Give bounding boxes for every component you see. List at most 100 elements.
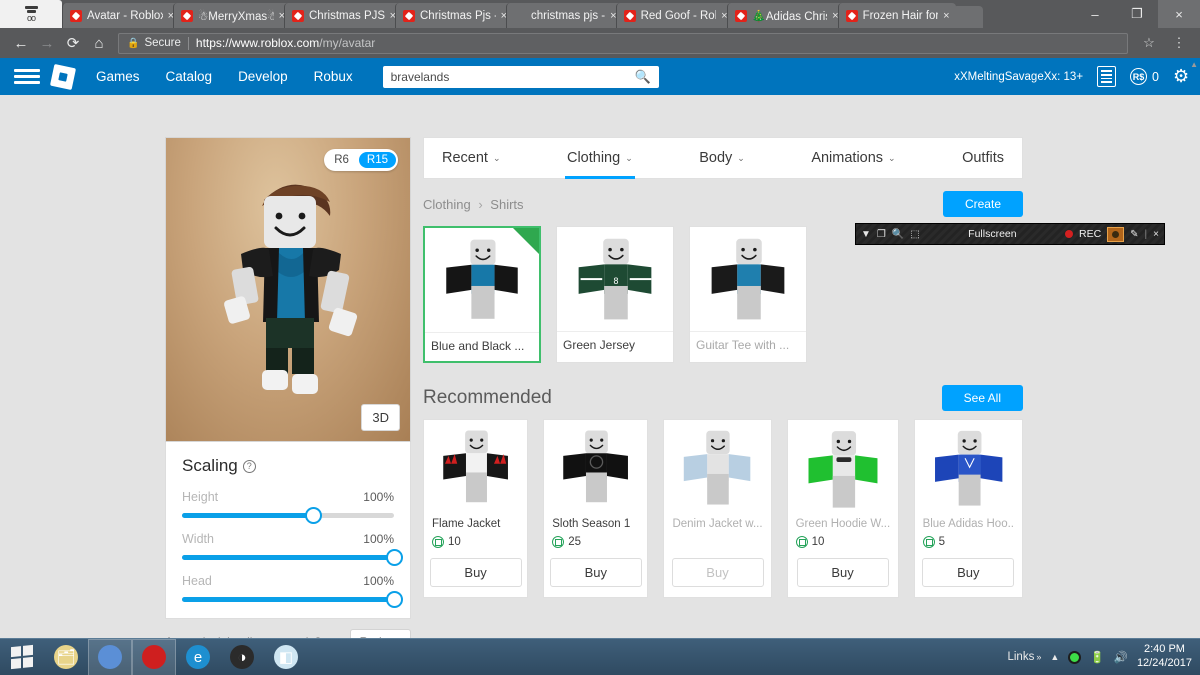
new-tab-button[interactable] bbox=[952, 6, 983, 28]
chevron-down-icon[interactable]: ⌄ bbox=[625, 153, 633, 164]
scaling-slider-width[interactable]: Width 100% bbox=[182, 532, 403, 566]
buy-button[interactable]: Buy bbox=[796, 558, 889, 587]
back-icon[interactable]: ← bbox=[8, 30, 34, 56]
scaling-slider-height[interactable]: Height 100% bbox=[182, 490, 394, 524]
editor-tab-animations[interactable]: Animations ⌄ bbox=[811, 137, 895, 179]
address-bar[interactable]: 🔒 Secure https://www.roblox.com/my/avata… bbox=[118, 32, 1128, 54]
tab-close-icon[interactable]: × bbox=[943, 10, 949, 22]
buy-button[interactable]: Buy bbox=[549, 558, 642, 587]
search-icon[interactable]: 🔍 bbox=[634, 69, 650, 85]
editor-tab-outfits[interactable]: Outfits bbox=[962, 137, 1004, 179]
buy-button[interactable]: Buy bbox=[429, 558, 522, 587]
rig-option-r15[interactable]: R15 bbox=[358, 152, 396, 168]
chevron-down-icon[interactable]: ⌄ bbox=[493, 153, 501, 164]
taskbar-item-screen-recorder[interactable] bbox=[132, 638, 176, 675]
browser-tab[interactable]: christmas pjs - × bbox=[506, 3, 623, 28]
messages-icon[interactable] bbox=[1097, 66, 1117, 87]
minimize-button[interactable]: – bbox=[1074, 0, 1116, 28]
owned-item-card[interactable]: Guitar Tee with ... bbox=[689, 226, 807, 363]
browser-tab[interactable]: Christmas PJS - × bbox=[284, 3, 402, 28]
search-box[interactable]: 🔍 bbox=[382, 65, 659, 88]
reload-icon[interactable]: ⟳ bbox=[60, 30, 86, 56]
buy-button[interactable]: Buy bbox=[922, 558, 1015, 587]
chevron-down-icon[interactable]: ⌄ bbox=[888, 153, 896, 164]
rig-option-r6[interactable]: R6 bbox=[326, 152, 357, 168]
nav-link-develop[interactable]: Develop bbox=[238, 69, 288, 84]
recommended-item-card[interactable]: Blue Adidas Hoo.. 5 Buy bbox=[913, 419, 1023, 598]
maximize-button[interactable]: ❐ bbox=[1116, 0, 1158, 28]
chevron-down-icon[interactable]: ⌄ bbox=[737, 153, 745, 164]
owned-item-card[interactable]: Blue and Black ... bbox=[423, 226, 541, 363]
start-button[interactable] bbox=[0, 639, 44, 675]
record-button[interactable]: REC bbox=[1079, 228, 1101, 240]
browser-tab[interactable]: Christmas Pjs - × bbox=[395, 3, 513, 28]
clock[interactable]: 2:40 PM 12/24/2017 bbox=[1137, 643, 1192, 671]
avatar-preview[interactable]: R6 R15 3D bbox=[165, 137, 411, 442]
help-icon[interactable]: ? bbox=[242, 459, 256, 473]
breadcrumb-root[interactable]: Clothing bbox=[423, 197, 471, 212]
recommended-item-card[interactable]: Sloth Season 1 25 Buy bbox=[543, 419, 649, 598]
hamburger-menu-icon[interactable] bbox=[14, 69, 40, 84]
show-hidden-icons[interactable]: ▲ bbox=[1050, 652, 1059, 662]
nav-link-games[interactable]: Games bbox=[96, 69, 140, 84]
recorder-close-icon[interactable]: × bbox=[1153, 229, 1159, 240]
search-input[interactable] bbox=[390, 69, 635, 84]
recorder-region-icon[interactable]: ⬚ bbox=[910, 229, 919, 240]
taskbar-item-sticky-notes[interactable]: ◧ bbox=[264, 639, 308, 675]
recommended-item-card[interactable]: Flame Jacket 10 Buy bbox=[423, 419, 529, 598]
slider-knob[interactable] bbox=[386, 591, 403, 608]
browser-system-menu[interactable]: oo bbox=[0, 0, 62, 28]
browser-tab[interactable]: 🎄Adidas Christ × bbox=[726, 3, 845, 28]
browser-menu-icon[interactable]: ⋮ bbox=[1166, 30, 1192, 56]
taskbar-item-chrome[interactable] bbox=[88, 638, 132, 675]
editor-tab-body[interactable]: Body ⌄ bbox=[699, 137, 745, 179]
robux-icon bbox=[552, 536, 565, 548]
roblox-logo-icon[interactable] bbox=[49, 63, 77, 90]
volume-icon[interactable]: 🔊 bbox=[1114, 650, 1128, 664]
taskbar-item-obs[interactable]: ◑ bbox=[220, 639, 264, 675]
editor-tabbar: Recent ⌄ Clothing ⌄ Body ⌄ Animations ⌄ Outfits bbox=[423, 137, 1023, 179]
taskbar-item-edge[interactable]: e bbox=[176, 639, 220, 675]
bookmark-star-icon[interactable]: ☆ bbox=[1136, 30, 1162, 56]
tray-links[interactable]: Links » bbox=[1007, 651, 1041, 663]
slider-track[interactable] bbox=[182, 591, 403, 608]
view-3d-button[interactable]: 3D bbox=[361, 404, 400, 431]
editor-tab-clothing[interactable]: Clothing ⌄ bbox=[564, 137, 635, 179]
recorder-tray-icon[interactable] bbox=[1068, 650, 1082, 664]
username-label[interactable]: xXMeltingSavageXx: 13+ bbox=[954, 71, 1083, 83]
camera-icon[interactable] bbox=[1107, 226, 1125, 242]
recorder-caret-icon[interactable]: ▼ bbox=[861, 229, 871, 240]
slider-track[interactable] bbox=[182, 549, 403, 566]
browser-tab[interactable]: Avatar - Roblox × bbox=[62, 3, 180, 28]
buy-button[interactable]: Buy bbox=[671, 558, 764, 587]
see-all-button[interactable]: See All bbox=[941, 385, 1023, 411]
slider-knob[interactable] bbox=[386, 549, 403, 566]
scaling-slider-head[interactable]: Head 100% bbox=[182, 574, 403, 608]
scroll-up-arrow[interactable]: ▲ bbox=[1190, 60, 1198, 69]
editor-tab-recent[interactable]: Recent ⌄ bbox=[442, 137, 501, 179]
recorder-zoom-icon[interactable]: 🔍 bbox=[892, 229, 904, 240]
recommended-item-card[interactable]: Denim Jacket w... Buy bbox=[663, 419, 772, 598]
nav-link-robux[interactable]: Robux bbox=[314, 69, 353, 84]
nav-link-catalog[interactable]: Catalog bbox=[166, 69, 213, 84]
recommended-item-card[interactable]: Green Hoodie W... 10 Buy bbox=[786, 419, 899, 598]
forward-icon[interactable]: → bbox=[34, 30, 60, 56]
screen-recorder-toolbar[interactable]: ▼ ❐ 🔍 ⬚ Fullscreen REC ✎ | × bbox=[855, 223, 1165, 245]
pencil-icon[interactable]: ✎ bbox=[1130, 229, 1138, 240]
owned-item-card[interactable]: 8 Green Jersey bbox=[556, 226, 674, 363]
gear-icon[interactable]: ⚙ bbox=[1173, 67, 1192, 86]
battery-icon[interactable]: 🔋 bbox=[1090, 650, 1104, 664]
recorder-window-icon[interactable]: ❐ bbox=[877, 229, 886, 240]
close-window-button[interactable]: × bbox=[1158, 0, 1200, 28]
slider-knob[interactable] bbox=[305, 507, 323, 524]
rig-toggle[interactable]: R6 R15 bbox=[324, 149, 398, 171]
slider-track[interactable] bbox=[182, 507, 394, 524]
create-button[interactable]: Create bbox=[942, 191, 1023, 217]
redraw-button[interactable]: Redraw bbox=[349, 629, 411, 638]
home-icon[interactable]: ⌂ bbox=[86, 30, 112, 56]
taskbar-item-file-explorer[interactable]: 🗂 bbox=[44, 639, 88, 675]
robux-balance[interactable]: R$ 0 bbox=[1130, 68, 1159, 85]
browser-tab[interactable]: ☃MerryXmas☃ × bbox=[173, 3, 291, 28]
browser-tab[interactable]: Frozen Hair for × bbox=[837, 3, 956, 28]
browser-tab[interactable]: Red Goof - Rob × bbox=[615, 3, 734, 28]
